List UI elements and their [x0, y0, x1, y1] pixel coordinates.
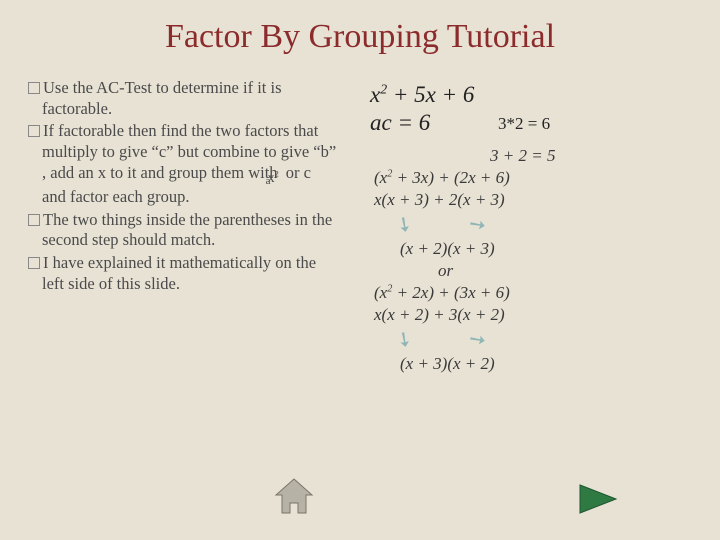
bullet-2: If factorable then find the two factors … [28, 121, 338, 208]
home-button[interactable] [272, 477, 316, 522]
arrow-down-icon: ➘ [390, 209, 418, 239]
math-panel: x2 + 5x + 6 ac = 6 3*2 = 6 3 + 2 = 5 (x2… [370, 80, 690, 376]
checkbox-icon [28, 125, 40, 137]
bullet-4: I have explained it mathematically on th… [28, 253, 338, 294]
math-h3: (x + 3)(x + 2) [400, 354, 690, 374]
math-h2: x(x + 2) + 3(x + 2) [374, 305, 690, 325]
bullet-3-text: The two things inside the parentheses in… [42, 210, 332, 250]
nav-bar [0, 482, 720, 530]
page-title: Factor By Grouping Tutorial [0, 0, 720, 56]
math-g2: x(x + 3) + 2(x + 3) [374, 190, 690, 210]
math-or: or [438, 261, 690, 281]
math-expr2: ac = 6 3*2 = 6 [370, 110, 690, 136]
math-h1: (x2 + 2x) + (3x + 6) [374, 283, 690, 303]
play-icon [576, 481, 624, 517]
math-expr3: 3 + 2 = 5 [490, 146, 690, 166]
next-button[interactable] [576, 481, 624, 522]
bullet-1-text: Use the AC-Test to determine if it is fa… [42, 78, 282, 118]
math-g1: (x2 + 3x) + (2x + 6) [374, 168, 690, 188]
arrow-down-icon: ➘ [390, 324, 418, 354]
bullet-3: The two things inside the parentheses in… [28, 210, 338, 251]
home-icon [272, 477, 316, 517]
math-ac: ac = 6 [370, 110, 430, 135]
checkbox-icon [28, 82, 40, 94]
checkbox-icon [28, 257, 40, 269]
bullet-list: Use the AC-Test to determine if it is fa… [28, 78, 338, 296]
arrow-row-2: ➘➘ [388, 327, 690, 352]
arrow-row-1: ➘➘ [388, 212, 690, 237]
bullet-4-text: I have explained it mathematically on th… [42, 253, 316, 293]
slide: Factor By Grouping Tutorial Use the AC-T… [0, 0, 720, 540]
checkbox-icon [28, 214, 40, 226]
math-g3: (x + 2)(x + 3) [400, 239, 690, 259]
math-expr1: x2 + 5x + 6 [370, 82, 690, 108]
math-expr2-side: 3*2 = 6 [498, 114, 550, 134]
arrow-down-icon: ➘ [463, 209, 491, 239]
bullet-1: Use the AC-Test to determine if it is fa… [28, 78, 338, 119]
arrow-down-icon: ➘ [463, 324, 491, 354]
